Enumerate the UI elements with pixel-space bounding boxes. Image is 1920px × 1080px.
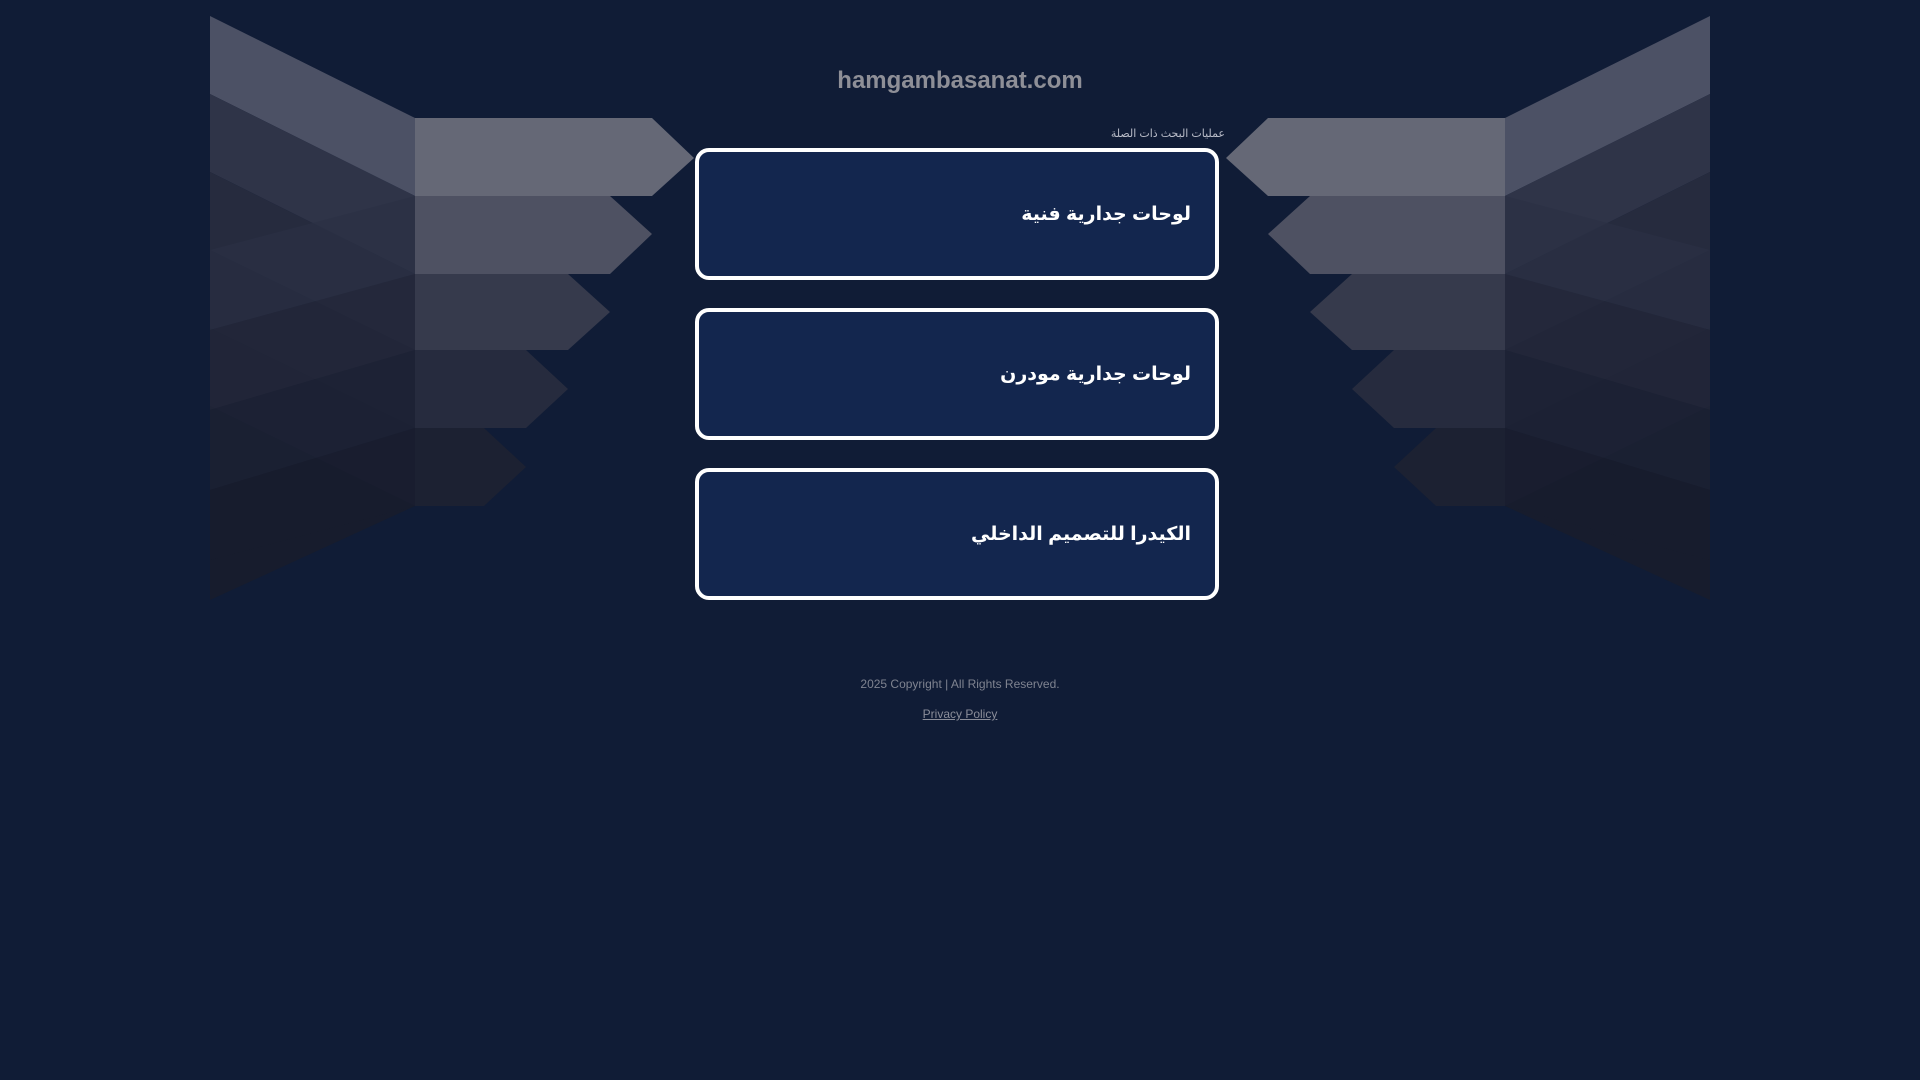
related-search-link-3[interactable]: الكيدرا للتصميم الداخلي bbox=[695, 468, 1219, 600]
privacy-policy-container: Privacy Policy bbox=[0, 706, 1920, 722]
copyright-text: 2025 Copyright | All Rights Reserved. bbox=[860, 677, 1060, 691]
related-search-link-label: لوحات جدارية فنية bbox=[1021, 203, 1191, 225]
left-wing bbox=[210, 16, 694, 600]
domain-title: hamgambasanat.com bbox=[837, 67, 1083, 94]
related-search-link-label: لوحات جدارية مودرن bbox=[1000, 363, 1191, 385]
related-searches-label: عمليات البحث ذات الصلة bbox=[1110, 128, 1225, 140]
related-search-link-2[interactable]: لوحات جدارية مودرن bbox=[695, 308, 1219, 440]
right-wing bbox=[1226, 16, 1710, 600]
related-search-link-1[interactable]: لوحات جدارية فنية bbox=[695, 148, 1219, 280]
related-search-link-label: الكيدرا للتصميم الداخلي bbox=[970, 523, 1191, 545]
parked-domain-page: hamgambasanat.com عمليات البحث ذات الصلة… bbox=[0, 0, 1920, 1080]
privacy-policy-link[interactable]: Privacy Policy bbox=[923, 707, 998, 721]
